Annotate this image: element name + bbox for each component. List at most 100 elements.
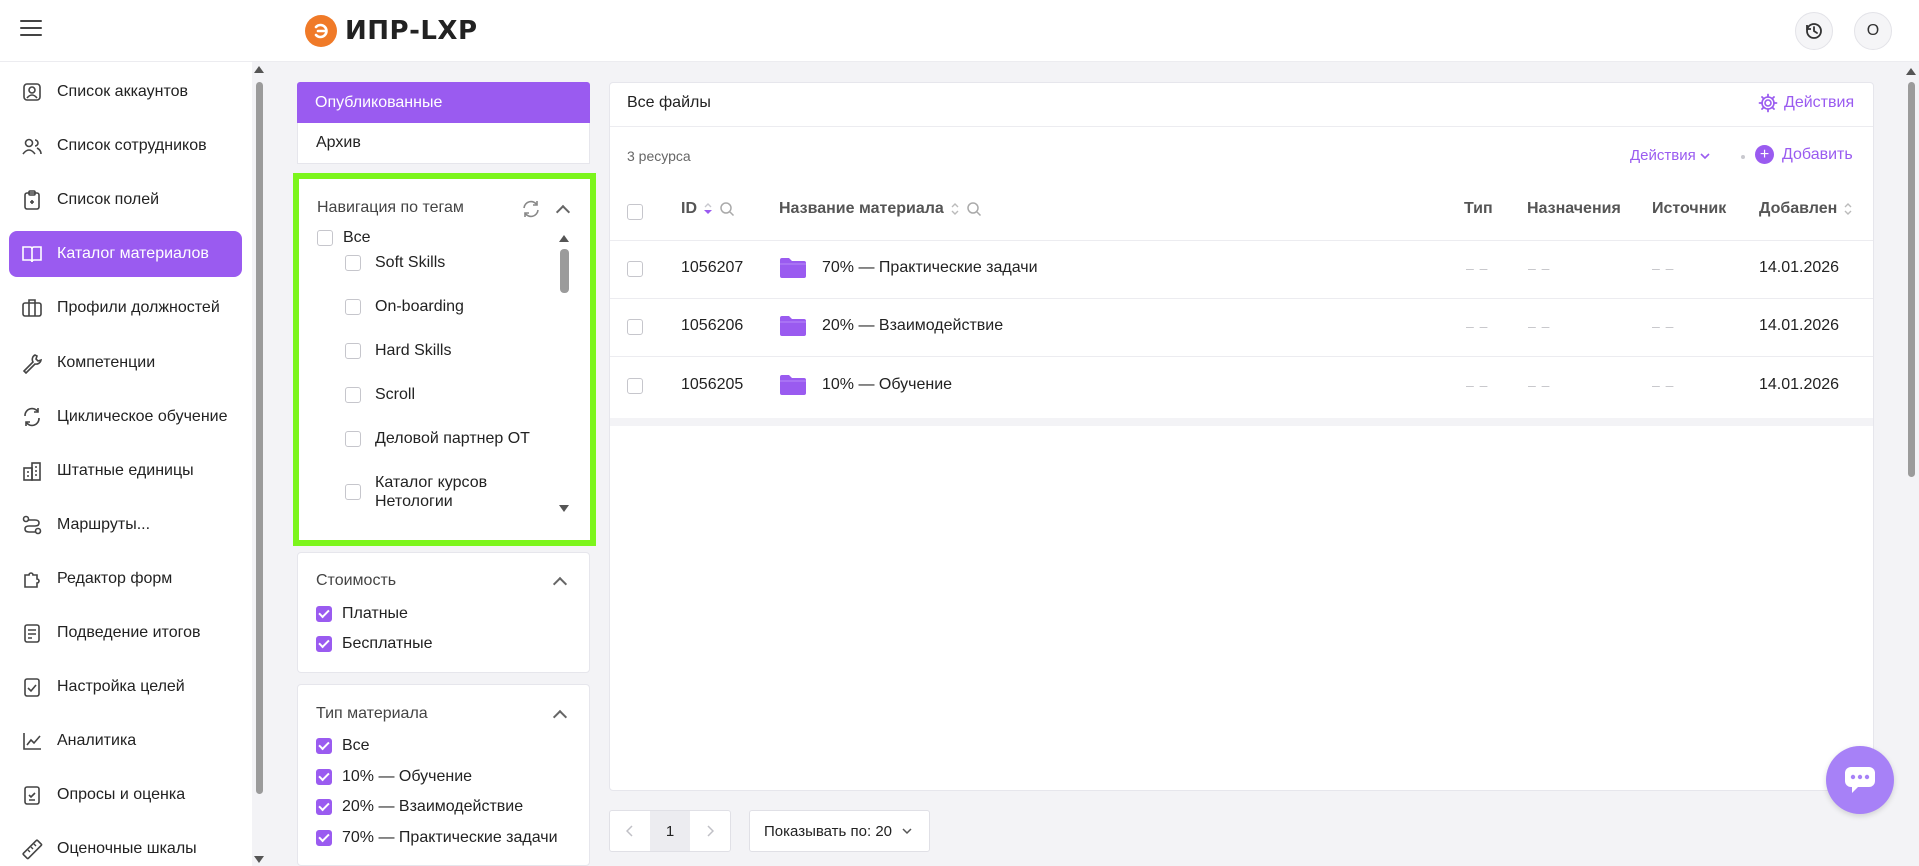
tag-item[interactable]: Scroll [345, 385, 415, 404]
collapse-type-icon[interactable] [552, 709, 568, 725]
filter-option[interactable]: Бесплатные [316, 635, 433, 653]
tag-item[interactable]: Soft Skills [345, 253, 445, 272]
select-all-checkbox[interactable] [627, 204, 643, 220]
materials-table-card [609, 82, 1874, 791]
filter-option[interactable]: 20% — Взаимодействие [316, 798, 523, 816]
sidebar-item-13[interactable]: Опросы и оценка [9, 772, 242, 818]
column-header-assignments[interactable]: Назначения [1527, 200, 1621, 218]
app-root: ИПР-LXP О Список аккаунтов Список сотрудн… [0, 0, 1919, 866]
app-logo[interactable]: ИПР-LXP [305, 14, 478, 48]
filter-option[interactable]: Все [316, 737, 370, 755]
collapse-tags-icon[interactable] [555, 204, 571, 220]
tag-all-item[interactable]: Все [317, 229, 371, 247]
tag-item[interactable]: On-boarding [345, 297, 464, 316]
row-name-link[interactable]: 10% — Обучение [822, 376, 952, 394]
filter-option[interactable]: Платные [316, 605, 408, 623]
sidebar-scrollbar[interactable] [254, 66, 264, 866]
chat-button[interactable] [1826, 746, 1894, 814]
filter-option[interactable]: 70% — Практические задачи [316, 829, 558, 847]
tag-item[interactable]: Деловой партнер ОТ [345, 429, 530, 448]
column-header-name[interactable]: Название материала [779, 200, 982, 218]
tag-checkbox[interactable] [345, 484, 361, 500]
row-checkbox[interactable] [627, 378, 643, 394]
sidebar-item-5[interactable]: Компетенции [9, 340, 242, 386]
table-header-divider [610, 240, 1873, 241]
sidebar-item-label: Профили должностей [57, 299, 220, 317]
tab-published[interactable]: Опубликованные [297, 82, 590, 123]
filter-option-label: 20% — Взаимодействие [342, 798, 524, 815]
type-filter-title: Тип материала [316, 705, 428, 722]
actions-dropdown[interactable]: Действия [1630, 147, 1710, 164]
sidebar-item-8[interactable]: Маршруты... [9, 502, 242, 548]
breadcrumb[interactable]: Все файлы [627, 94, 711, 112]
row-checkbox[interactable] [627, 319, 643, 335]
sidebar-item-4[interactable]: Профили должностей [9, 285, 242, 331]
row-assignments: – – [1528, 318, 1551, 334]
tag-checkbox[interactable] [345, 342, 361, 359]
tab-archive[interactable]: Архив [297, 123, 590, 164]
row-name-link[interactable]: 20% — Взаимодействие [822, 317, 1003, 335]
filter-checkbox[interactable] [316, 768, 332, 785]
page-scrollbar[interactable] [1906, 68, 1916, 866]
tag-checkbox[interactable] [345, 386, 361, 403]
menu-icon[interactable] [20, 20, 42, 38]
filter-option-label: 10% — Обучение [342, 767, 473, 785]
sidebar-item-7[interactable]: Штатные единицы [9, 448, 242, 494]
tag-checkbox[interactable] [345, 430, 361, 447]
add-button[interactable]: + Добавить [1755, 145, 1853, 164]
sidebar-item-9[interactable]: Редактор форм [9, 556, 242, 602]
sidebar-item-3[interactable]: Каталог материалов [9, 231, 242, 278]
sidebar-item-0[interactable]: Список аккаунтов [9, 69, 242, 115]
search-icon[interactable] [719, 201, 735, 217]
refresh-icon[interactable] [521, 200, 541, 218]
tag-label: On-boarding [375, 298, 464, 315]
filter-option-label: 70% — Практические задачи [342, 828, 558, 846]
sidebar-item-1[interactable]: Список сотрудников [9, 123, 242, 169]
next-page-button[interactable] [690, 811, 730, 851]
tag-nav-title: Навигация по тегам [317, 199, 464, 216]
filter-checkbox[interactable] [316, 606, 332, 622]
column-header-added[interactable]: Добавлен [1759, 200, 1853, 218]
sort-icon[interactable] [950, 202, 960, 216]
tag-item[interactable]: Hard Skills [345, 341, 451, 360]
prev-page-button[interactable] [610, 811, 650, 851]
sort-desc-icon[interactable] [703, 202, 713, 216]
filter-option[interactable]: 10% — Обучение [316, 768, 472, 786]
sidebar-item-label: Штатные единицы [57, 461, 194, 479]
user-avatar[interactable]: О [1854, 12, 1892, 50]
row-checkbox[interactable] [627, 261, 643, 277]
column-header-source[interactable]: Источник [1652, 200, 1726, 218]
collapse-cost-icon[interactable] [552, 576, 568, 592]
top-actions-button[interactable]: Действия [1758, 93, 1854, 113]
sort-icon[interactable] [1843, 202, 1853, 216]
row-added-date: 14.01.2026 [1759, 317, 1840, 334]
tag-checkbox[interactable] [345, 298, 361, 315]
tag-checkbox[interactable] [345, 254, 361, 271]
column-header-type[interactable]: Тип [1464, 200, 1493, 218]
row-added-date: 14.01.2026 [1759, 259, 1840, 276]
page-size-select[interactable]: Показывать по: 20 [749, 810, 930, 852]
folder-icon [780, 375, 806, 395]
filter-checkbox[interactable] [316, 799, 332, 815]
sidebar-item-14[interactable]: Оценочные шкалы [9, 826, 242, 866]
filter-checkbox[interactable] [316, 636, 332, 652]
filter-checkbox[interactable] [316, 738, 332, 754]
tag-list-scrollbar[interactable] [559, 235, 569, 515]
page-1-button[interactable]: 1 [649, 811, 691, 851]
route-icon [22, 515, 42, 535]
sidebar-item-6[interactable]: Циклическое обучение [9, 394, 242, 440]
sidebar-item-10[interactable]: Подведение итогов [9, 610, 242, 656]
filter-checkbox[interactable] [316, 829, 332, 846]
column-header-id[interactable]: ID [681, 200, 735, 218]
row-divider [610, 298, 1873, 299]
sidebar-item-11[interactable]: Настройка целей [9, 664, 242, 710]
search-icon[interactable] [966, 201, 982, 217]
row-id: 1056205 [681, 376, 744, 393]
account-box-icon [23, 83, 41, 101]
history-button[interactable] [1795, 12, 1833, 50]
sidebar-item-2[interactable]: Список полей [9, 177, 242, 223]
tag-item[interactable]: Каталог курсов Нетологии [345, 473, 487, 511]
row-name-link[interactable]: 70% — Практические задачи [822, 259, 1038, 277]
tag-all-checkbox[interactable] [317, 230, 333, 246]
sidebar-item-12[interactable]: Аналитика [9, 718, 242, 764]
